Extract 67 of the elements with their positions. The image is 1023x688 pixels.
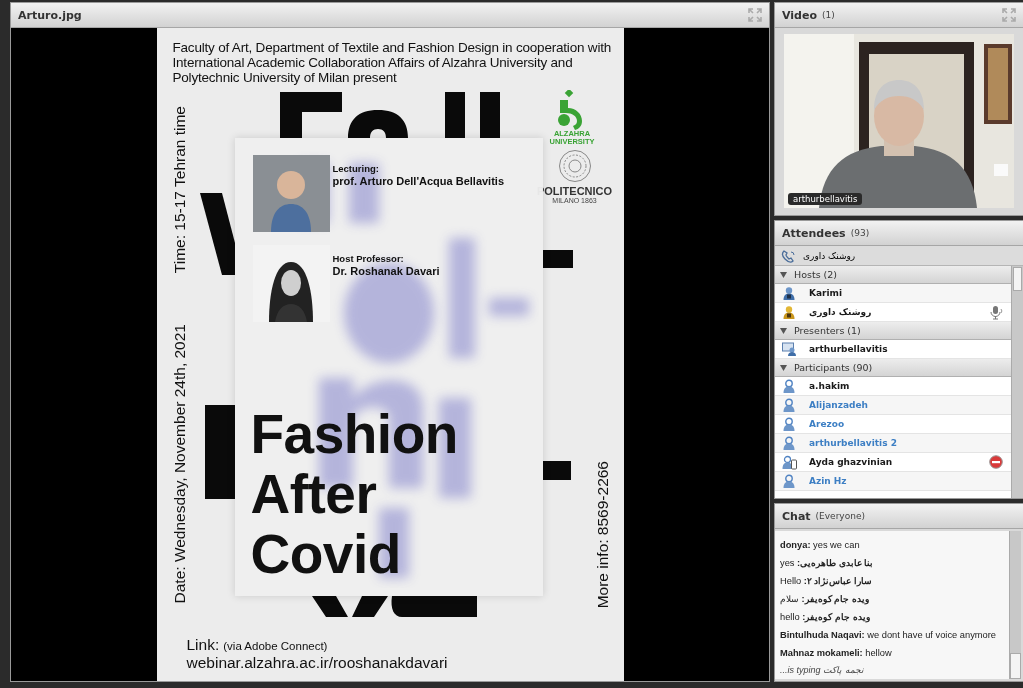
group-header[interactable]: Presenters (1) <box>775 322 1011 340</box>
caret-icon <box>780 326 788 335</box>
scroll-thumb[interactable] <box>1010 653 1021 679</box>
headline-word: After <box>250 464 378 524</box>
pod-title: Attendees <box>782 226 846 240</box>
speaker-role: Lecturing: <box>332 163 380 174</box>
attendee-name: arthurbellavitis 2 <box>809 438 897 448</box>
lettering-fragment <box>542 461 571 480</box>
link-label: Link: <box>186 636 220 654</box>
user-icon <box>782 397 797 413</box>
headline-word: Fashion <box>250 404 459 464</box>
expand-icon[interactable] <box>748 8 762 22</box>
link-url: webinar.alzahra.ac.ir/rooshanakdavari <box>186 654 448 672</box>
speaker-role: Host Professor: <box>332 253 405 264</box>
attendee-row[interactable]: Azin Hz <box>775 472 1011 491</box>
phone-icon <box>781 248 797 263</box>
user-icon <box>782 435 797 451</box>
user-icon <box>782 473 797 489</box>
pod-title: Chat <box>782 509 811 523</box>
seal-icon <box>557 149 592 183</box>
speaker-name: prof. Arturo Dell'Acqua Bellavitis <box>332 175 504 187</box>
poster-intro: Faculty of Art, Department of Textile and Fashion Design in cooperation with International Academic Collaboration Affairs of Alzahra University and Polytechnic University of Milan present <box>172 40 613 85</box>
poster-more-info: More info: 8569-2266 <box>593 461 612 609</box>
attendee-name: Arezoo <box>809 419 845 429</box>
scroll-thumb[interactable] <box>1013 267 1022 291</box>
camera-name-tag: arthurbellavitis <box>788 193 863 205</box>
attendee-row[interactable]: Alijanzadeh <box>775 396 1011 415</box>
user-icon <box>782 454 797 470</box>
attendee-name: arthurbellavitis <box>809 344 888 354</box>
lettering-fragment <box>542 250 573 268</box>
caret-icon <box>780 270 788 279</box>
group-header[interactable]: Participants (90) <box>775 359 1011 377</box>
attendee-name: Alijanzadeh <box>809 400 868 410</box>
attendee-name: Ayda ghazvinian <box>809 457 893 467</box>
chat-message: donya: yes we can <box>780 539 861 551</box>
user-icon <box>782 378 797 394</box>
scrollbar[interactable] <box>1009 531 1021 679</box>
typing-indicator: نجمه پاکت is typing... <box>780 665 865 676</box>
chat-message: ویده جام کوه‌یفر: سلام <box>780 593 870 605</box>
group-header[interactable]: Hosts (2) <box>775 266 1011 284</box>
attendee-row[interactable]: Karimi <box>775 284 1011 303</box>
user-icon <box>782 341 797 357</box>
attendee-name: روشنک داوری <box>809 307 872 317</box>
pod-title: Video <box>782 8 817 22</box>
expand-icon[interactable] <box>1002 8 1016 22</box>
user-icon <box>782 416 797 432</box>
pod-title: Arturo.jpg <box>18 8 82 22</box>
link-note: (via Adobe Connect) <box>223 640 328 652</box>
attendee-name: Karimi <box>809 288 843 298</box>
pod-count: (1) <box>822 10 835 20</box>
attendee-name: Azin Hz <box>809 476 847 486</box>
chat-message: Bintulhuda Naqavi: we dont have uf voice anymore <box>780 629 997 641</box>
attendee-name: a.hakim <box>809 381 850 391</box>
headline-word: Covid <box>250 524 402 584</box>
poster-time: Time: 15-17 Tehran time <box>170 106 189 274</box>
pod-count: (Everyone) <box>815 511 865 521</box>
attendee-row[interactable]: arthurbellavitis 2 <box>775 434 1011 453</box>
scrollbar[interactable] <box>1011 266 1023 498</box>
pod-count: (93) <box>850 228 870 238</box>
poster-date: Date: Wednesday, November 24th, 2021 <box>170 324 189 604</box>
chat-message: Mahnaz mokameli: hellow <box>780 647 893 659</box>
logo-text: POLITECNICO <box>536 185 613 197</box>
user-icon <box>782 285 797 301</box>
caret-icon <box>780 363 788 372</box>
speaker-name: Dr. Roshanak Davari <box>332 265 440 277</box>
caller-name: روشنک داوری <box>803 250 856 261</box>
user-icon <box>782 304 797 320</box>
